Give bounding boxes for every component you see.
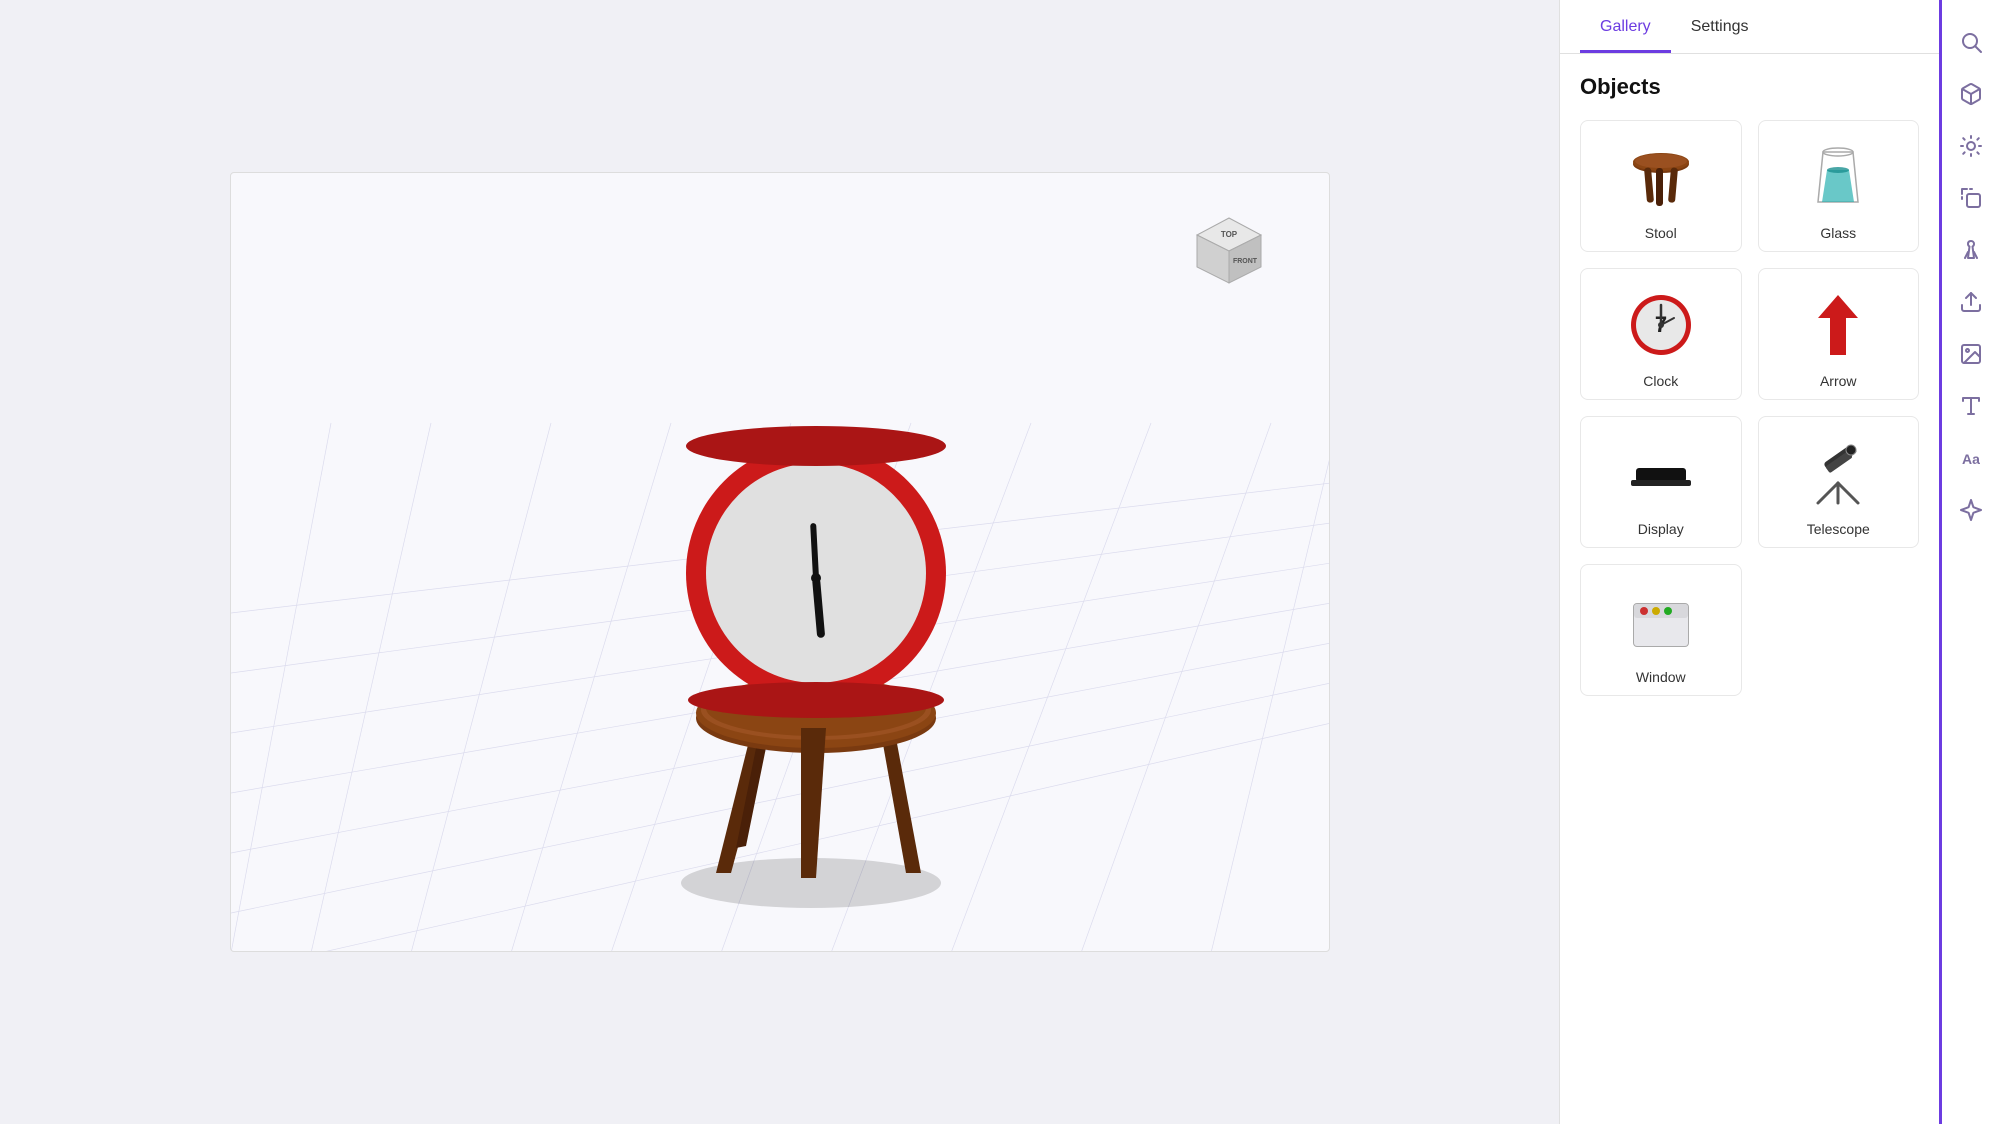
telescope-icon xyxy=(1798,433,1878,513)
grid-canvas xyxy=(231,173,1329,951)
right-panel: Gallery Settings Objects Stool xyxy=(1559,0,1939,1124)
icon-toolbar: Aa xyxy=(1939,0,1999,1124)
panel-tabs: Gallery Settings xyxy=(1560,0,1939,54)
stool-icon xyxy=(1621,137,1701,217)
upload-icon[interactable] xyxy=(1949,280,1993,324)
clock-icon: 7 xyxy=(1621,285,1701,365)
objects-title: Objects xyxy=(1580,74,1919,100)
object-card-telescope[interactable]: Telescope xyxy=(1758,416,1920,548)
svg-text:TOP: TOP xyxy=(1220,230,1237,239)
tab-gallery[interactable]: Gallery xyxy=(1580,0,1671,53)
search-icon[interactable] xyxy=(1949,20,1993,64)
viewport[interactable]: TOP FRONT xyxy=(230,172,1330,952)
object-card-window[interactable]: Window xyxy=(1580,564,1742,696)
arrow-icon xyxy=(1798,285,1878,365)
models-icon[interactable] xyxy=(1949,228,1993,272)
orientation-cube: TOP FRONT xyxy=(1189,213,1269,293)
light-icon[interactable] xyxy=(1949,124,1993,168)
cube-icon[interactable] xyxy=(1949,72,1993,116)
window-icon xyxy=(1621,581,1701,661)
window-label: Window xyxy=(1636,669,1686,685)
glass-label: Glass xyxy=(1820,225,1856,241)
object-card-display[interactable]: Display xyxy=(1580,416,1742,548)
canvas-area: TOP FRONT xyxy=(0,0,1559,1124)
glass-icon xyxy=(1798,137,1878,217)
object-card-glass[interactable]: Glass xyxy=(1758,120,1920,252)
clock-label: Clock xyxy=(1643,373,1678,389)
object-card-clock[interactable]: 7 Clock xyxy=(1580,268,1742,400)
display-label: Display xyxy=(1638,521,1684,537)
image-icon[interactable] xyxy=(1949,332,1993,376)
stool-label: Stool xyxy=(1645,225,1677,241)
tab-settings[interactable]: Settings xyxy=(1671,0,1769,53)
telescope-label: Telescope xyxy=(1807,521,1870,537)
sparkle-icon[interactable] xyxy=(1949,488,1993,532)
object-card-stool[interactable]: Stool xyxy=(1580,120,1742,252)
object-card-arrow[interactable]: Arrow xyxy=(1758,268,1920,400)
display-icon xyxy=(1621,433,1701,513)
svg-text:Aa: Aa xyxy=(1962,451,1980,467)
font-icon[interactable]: Aa xyxy=(1949,436,1993,480)
arrow-label: Arrow xyxy=(1820,373,1857,389)
text-icon[interactable] xyxy=(1949,384,1993,428)
object-grid: Stool Glass xyxy=(1580,120,1919,696)
svg-text:FRONT: FRONT xyxy=(1232,258,1257,265)
transform-icon[interactable] xyxy=(1949,176,1993,220)
objects-section: Objects Stool xyxy=(1560,54,1939,1124)
